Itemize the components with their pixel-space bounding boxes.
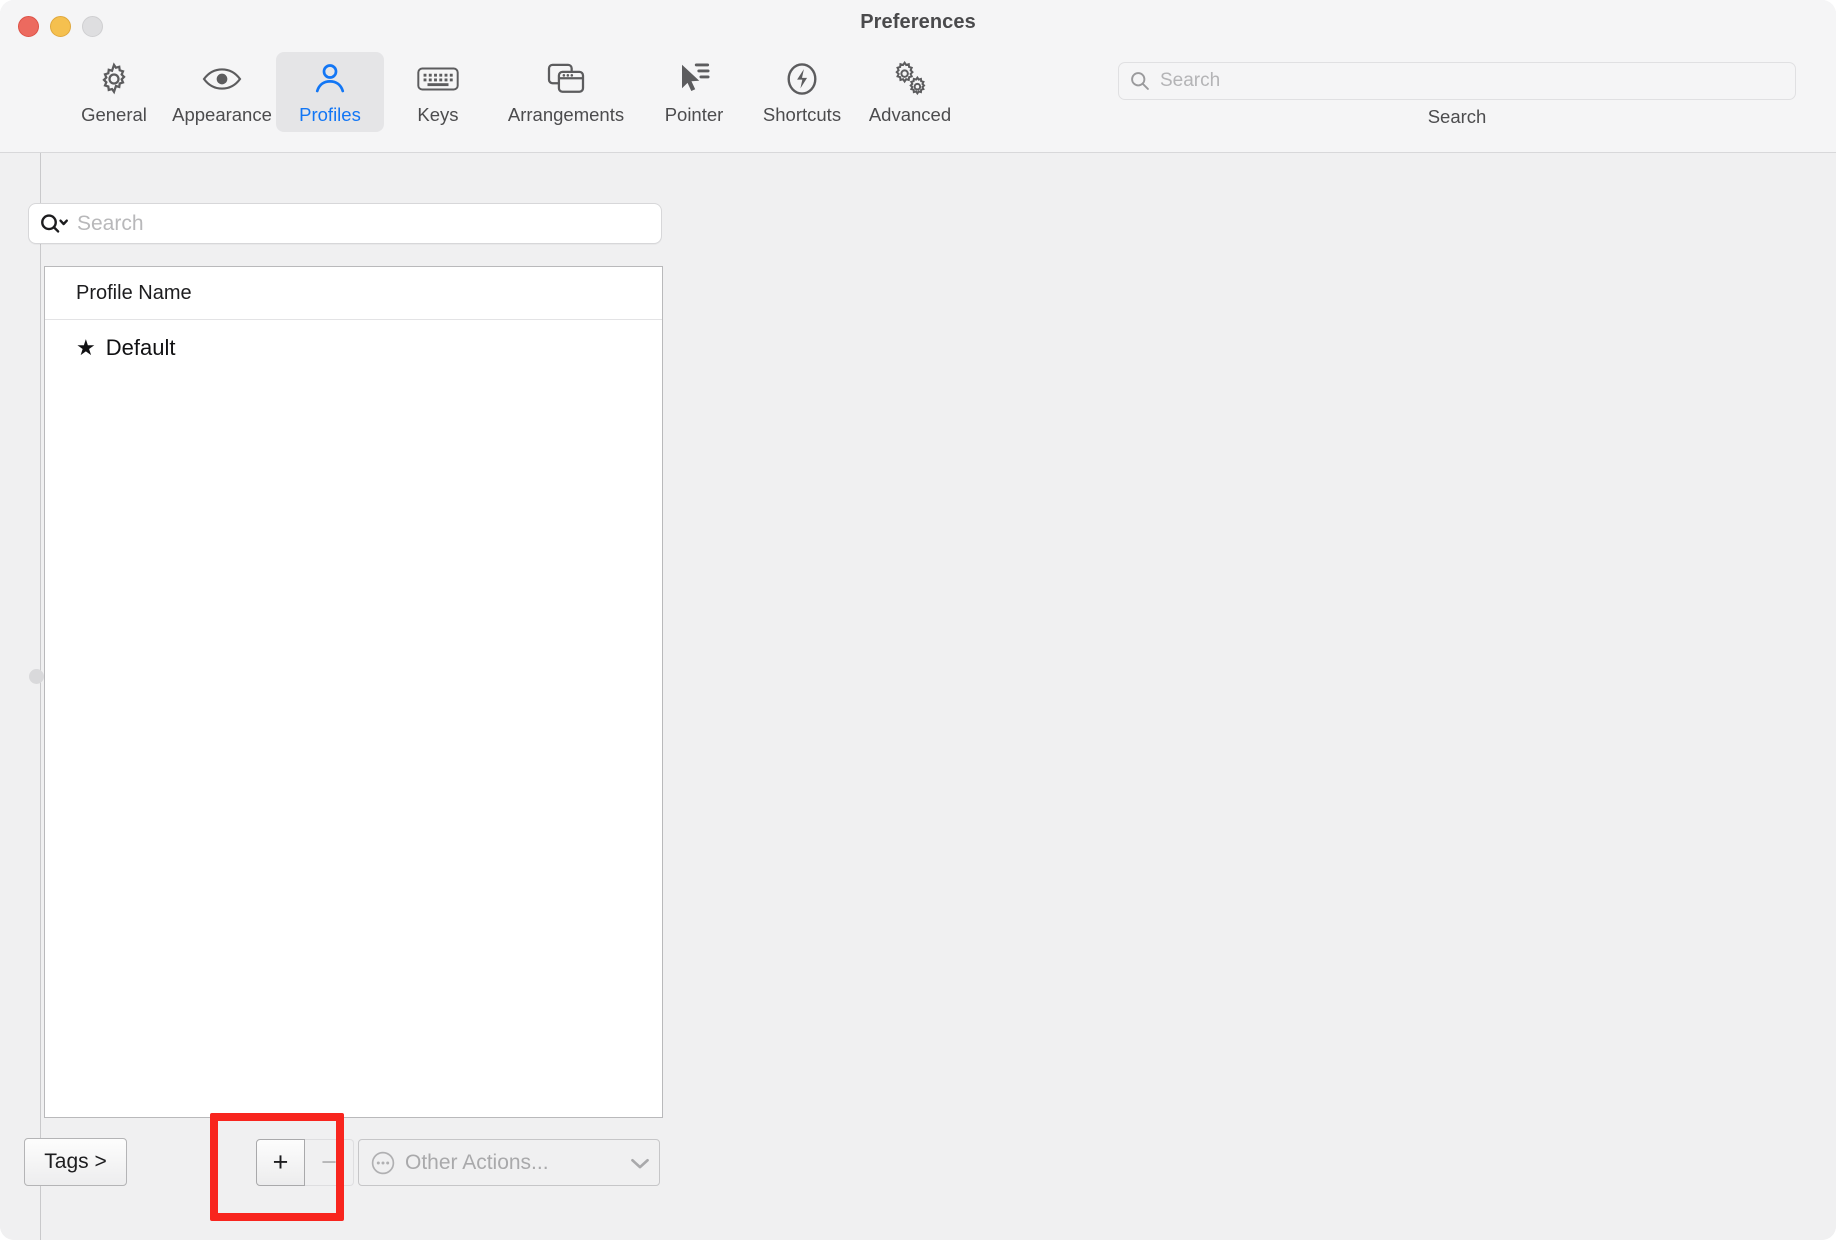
- star-icon: ★: [76, 335, 96, 360]
- bolt-circle-icon: [783, 59, 821, 99]
- split-view-resize-handle[interactable]: [29, 669, 44, 684]
- list-item[interactable]: ★ Default: [45, 320, 662, 376]
- tab-profiles[interactable]: Profiles: [276, 52, 384, 132]
- profile-list-column-header[interactable]: Profile Name: [45, 267, 662, 320]
- tab-arrangements[interactable]: Arrangements: [492, 52, 640, 132]
- double-gear-icon: [890, 59, 930, 99]
- tab-appearance-label: Appearance: [172, 104, 272, 125]
- toolbar-tabs: General Appearance Profiles Keys Arrange…: [60, 52, 964, 132]
- profile-search-field[interactable]: Search: [28, 203, 662, 244]
- tab-profiles-label: Profiles: [299, 104, 361, 125]
- tab-arrangements-label: Arrangements: [507, 104, 625, 125]
- tab-keys[interactable]: Keys: [384, 52, 492, 132]
- search-icon: [1129, 70, 1151, 92]
- tab-shortcuts-label: Shortcuts: [762, 104, 842, 125]
- search-icon[interactable]: [38, 212, 72, 236]
- remove-profile-button: −: [305, 1139, 354, 1186]
- person-icon: [312, 59, 348, 99]
- cursor-icon: [675, 59, 713, 99]
- tab-general-label: General: [81, 104, 147, 125]
- tab-advanced-label: Advanced: [868, 104, 952, 125]
- profile-list[interactable]: Profile Name ★ Default: [44, 266, 663, 1118]
- toolbar-search-placeholder: Search: [1160, 70, 1221, 91]
- add-profile-button[interactable]: +: [256, 1139, 305, 1186]
- other-actions-dropdown[interactable]: Other Actions...: [358, 1139, 660, 1186]
- keyboard-icon: [417, 59, 459, 99]
- tab-general[interactable]: General: [60, 52, 168, 132]
- toolbar-search-field[interactable]: Search: [1118, 62, 1796, 100]
- titlebar: Preferences General Appearance Profiles …: [0, 0, 1836, 153]
- content-area: Search Profile Name ★ Default Tags > + −: [0, 153, 1836, 1240]
- ellipsis-circle-icon: [370, 1150, 396, 1176]
- gear-icon: [96, 59, 132, 99]
- tab-pointer-label: Pointer: [664, 104, 724, 125]
- add-remove-segmented-control: + −: [256, 1139, 354, 1186]
- profile-list-bottom-bar: Tags > + − Other Actions...: [0, 1128, 760, 1198]
- profile-search-placeholder: Search: [77, 211, 144, 235]
- tags-button[interactable]: Tags >: [24, 1138, 127, 1186]
- toolbar-search-area: Search Search: [1118, 62, 1796, 128]
- preferences-window: Preferences General Appearance Profiles …: [0, 0, 1836, 1240]
- eye-icon: [202, 59, 242, 99]
- split-view-divider[interactable]: [40, 153, 41, 1240]
- tab-advanced[interactable]: Advanced: [856, 52, 964, 132]
- other-actions-label: Other Actions...: [405, 1150, 549, 1174]
- windows-icon: [546, 59, 586, 99]
- toolbar-search-caption: Search: [1427, 106, 1487, 127]
- list-item-label: Default: [105, 335, 176, 360]
- chevron-down-icon: [629, 1156, 651, 1170]
- window-title: Preferences: [860, 11, 976, 33]
- tab-shortcuts[interactable]: Shortcuts: [748, 52, 856, 132]
- tab-pointer[interactable]: Pointer: [640, 52, 748, 132]
- tab-appearance[interactable]: Appearance: [168, 52, 276, 132]
- tab-keys-label: Keys: [417, 104, 459, 125]
